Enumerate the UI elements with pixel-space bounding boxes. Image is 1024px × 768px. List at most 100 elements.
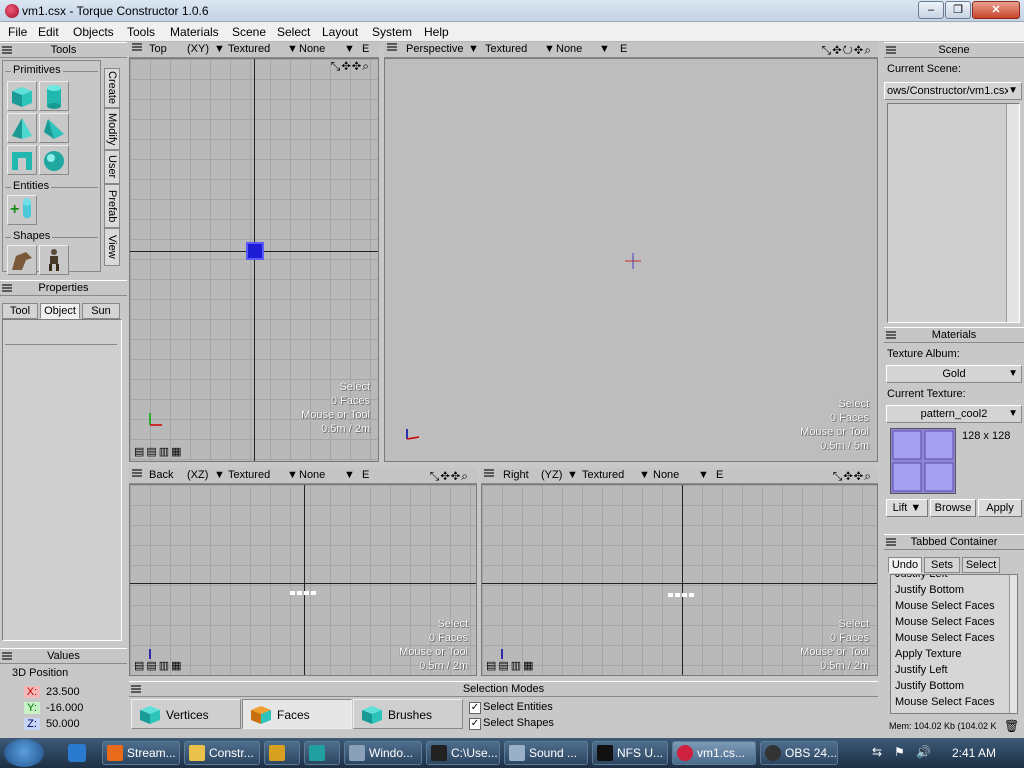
task-app[interactable]	[304, 741, 340, 765]
task-nfs[interactable]: NFS U...	[592, 741, 668, 765]
ie-icon[interactable]	[68, 744, 86, 762]
pyramid-primitive-button[interactable]	[7, 113, 37, 143]
back-viewport[interactable]: Select 0 Faces Mouse or Tool 0.5m / 2m ▤…	[129, 484, 477, 676]
task-vm1[interactable]: vm1.cs...	[672, 741, 756, 765]
viewport-nav-icons[interactable]: ⤡✥✥⌕	[331, 59, 370, 74]
render-mode[interactable]: Textured	[228, 43, 270, 55]
menu-objects[interactable]: Objects	[73, 25, 114, 39]
render-mode[interactable]: Textured	[228, 469, 270, 481]
undo-scrollbar[interactable]	[1009, 575, 1017, 713]
menu-materials[interactable]: Materials	[170, 25, 219, 39]
trash-icon[interactable]: 🗑	[1004, 719, 1019, 733]
lift-button[interactable]: Lift ▼	[886, 499, 928, 517]
viewport-nav-icons[interactable]: ⤡✥↻✥⌕	[822, 43, 872, 58]
task-media[interactable]	[264, 741, 300, 765]
viewport-layout-icons[interactable]: ▤▤▥▦	[134, 445, 184, 458]
task-stream[interactable]: Stream...	[102, 741, 180, 765]
extra-toggle[interactable]: E	[362, 43, 369, 55]
apply-button[interactable]: Apply	[978, 499, 1022, 517]
view-name[interactable]: Back	[149, 469, 173, 481]
flag-icon[interactable]: ⚑	[894, 745, 905, 759]
filter-mode[interactable]: None	[653, 469, 679, 481]
dropdown-arrow-icon[interactable]: ▼	[1008, 406, 1018, 422]
list-item[interactable]: Justify Bottom	[891, 678, 1017, 694]
render-mode[interactable]: Textured	[582, 469, 624, 481]
x-value[interactable]: 23.500	[46, 686, 80, 698]
dropdown-arrow-icon[interactable]: ▼	[567, 469, 578, 481]
task-obs[interactable]: OBS 24...	[760, 741, 838, 765]
current-texture-dropdown[interactable]: pattern_cool2 ▼	[886, 405, 1022, 423]
viewport-nav-icons[interactable]: ⤡✥✥⌕	[833, 469, 872, 484]
wedge-primitive-button[interactable]	[39, 113, 69, 143]
shape-player-button[interactable]	[39, 245, 69, 275]
dropdown-arrow-icon[interactable]: ▼	[214, 469, 225, 481]
task-windows[interactable]: Windo...	[344, 741, 422, 765]
box-primitive-button[interactable]	[7, 81, 37, 111]
tab-user[interactable]: User	[104, 150, 120, 184]
selected-brush[interactable]	[246, 242, 264, 260]
faces-mode-button[interactable]: Faces	[242, 699, 352, 729]
list-item[interactable]: Justify Left	[891, 575, 1017, 582]
tab-undo[interactable]: Undo	[888, 557, 922, 573]
panel-grip-icon[interactable]	[131, 685, 141, 693]
menu-layout[interactable]: Layout	[322, 25, 358, 39]
shape-horse-button[interactable]	[7, 245, 37, 275]
viewport-grip-icon[interactable]	[132, 469, 142, 477]
dropdown-arrow-icon[interactable]: ▼	[287, 43, 298, 55]
dropdown-arrow-icon[interactable]: ▼	[468, 43, 479, 55]
viewport-layout-icons[interactable]: ▤▤▥▦	[134, 659, 184, 672]
selected-brush[interactable]	[290, 591, 318, 595]
undo-list[interactable]: Justify Left Justify Bottom Mouse Select…	[890, 574, 1018, 714]
menu-scene[interactable]: Scene	[232, 25, 266, 39]
panel-grip-icon[interactable]	[2, 46, 12, 54]
menu-edit[interactable]: Edit	[38, 25, 59, 39]
sphere-primitive-button[interactable]	[39, 145, 69, 175]
vertices-mode-button[interactable]: Vertices	[131, 699, 241, 729]
arch-primitive-button[interactable]	[7, 145, 37, 175]
selected-brush[interactable]	[668, 593, 696, 597]
menu-tools[interactable]: Tools	[127, 25, 155, 39]
dropdown-arrow-icon[interactable]: ▼	[214, 43, 225, 55]
dropdown-arrow-icon[interactable]: ▼	[287, 469, 298, 481]
viewport-layout-icons[interactable]: ▤▤▥▦	[486, 659, 536, 672]
add-entity-button[interactable]: +	[7, 195, 37, 225]
texture-preview[interactable]	[890, 428, 956, 494]
maximize-button[interactable]: ❐	[945, 1, 971, 19]
tab-prefab[interactable]: Prefab	[104, 184, 120, 228]
dropdown-arrow-icon[interactable]: ▼	[698, 469, 709, 481]
dropdown-arrow-icon[interactable]: ▼	[639, 469, 650, 481]
panel-grip-icon[interactable]	[886, 331, 896, 339]
filter-mode[interactable]: None	[299, 469, 325, 481]
view-name[interactable]: Perspective	[406, 43, 463, 55]
start-button[interactable]	[4, 739, 44, 767]
network-icon[interactable]: ⇆	[872, 745, 882, 759]
tab-sets[interactable]: Sets	[924, 557, 960, 573]
right-viewport[interactable]: Select 0 Faces Mouse or Tool 0.5m / 2m ▤…	[481, 484, 878, 676]
cylinder-primitive-button[interactable]	[39, 81, 69, 111]
tab-view[interactable]: View	[104, 228, 120, 266]
filter-mode[interactable]: None	[299, 43, 325, 55]
z-value[interactable]: 50.000	[46, 718, 80, 730]
list-item[interactable]: Justify Bottom	[891, 582, 1017, 598]
viewport-grip-icon[interactable]	[387, 43, 397, 51]
extra-toggle[interactable]: E	[362, 469, 369, 481]
panel-grip-icon[interactable]	[886, 46, 896, 54]
minimize-button[interactable]: –	[918, 1, 944, 19]
list-item[interactable]: Mouse Select Faces	[891, 630, 1017, 646]
list-item[interactable]: Apply Texture	[891, 646, 1017, 662]
dropdown-arrow-icon[interactable]: ▼	[1008, 83, 1018, 99]
scene-scrollbar[interactable]	[1006, 104, 1019, 322]
dropdown-arrow-icon[interactable]: ▼	[344, 43, 355, 55]
browse-button[interactable]: Browse	[930, 499, 976, 517]
select-entities-checkbox[interactable]: ✓	[469, 702, 481, 714]
panel-grip-icon[interactable]	[2, 284, 12, 292]
list-item[interactable]: Mouse Select Faces	[891, 598, 1017, 614]
viewport-grip-icon[interactable]	[484, 469, 494, 477]
task-sound[interactable]: Sound ...	[504, 741, 588, 765]
list-item[interactable]: Justify Left	[891, 662, 1017, 678]
texture-album-dropdown[interactable]: Gold ▼	[886, 365, 1022, 383]
select-shapes-checkbox[interactable]: ✓	[469, 718, 481, 730]
top-viewport[interactable]: ⤡✥✥⌕ Select 0 Faces Mouse or Tool 0.5m /…	[129, 58, 379, 462]
viewport-nav-icons[interactable]: ⤡✥✥⌕	[430, 469, 469, 484]
list-item[interactable]: Mouse Select Faces	[891, 694, 1017, 710]
